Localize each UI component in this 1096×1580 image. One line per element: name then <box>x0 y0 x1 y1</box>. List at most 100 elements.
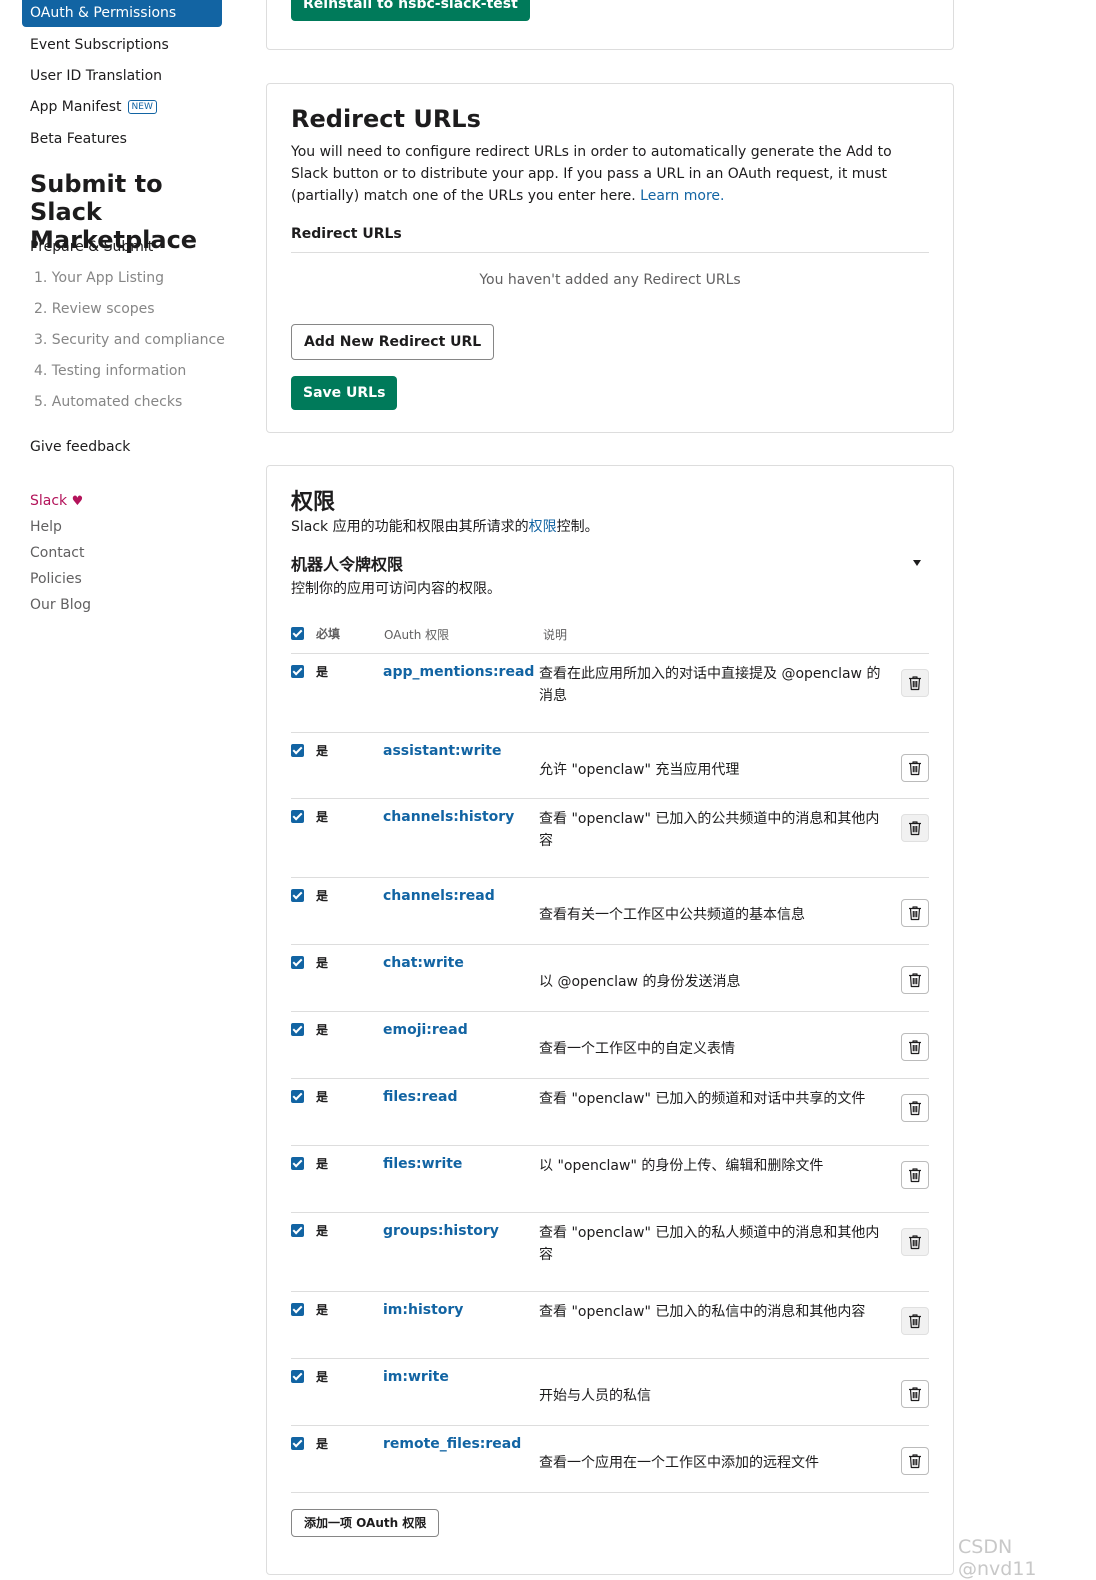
blog-link[interactable]: Our Blog <box>30 595 91 615</box>
scope-description: 查看 "openclaw" 已加入的频道和对话中共享的文件 <box>539 1091 866 1107</box>
row-divider <box>291 1291 929 1292</box>
delete-scope-button[interactable] <box>901 1307 929 1335</box>
collapse-caret-icon[interactable] <box>913 560 921 566</box>
delete-scope-button[interactable] <box>901 1380 929 1408</box>
select-all-checkbox[interactable] <box>291 627 304 640</box>
divider <box>291 252 929 253</box>
delete-scope-button[interactable] <box>901 669 929 697</box>
row-divider <box>291 1145 929 1146</box>
sidebar-step-app-listing[interactable]: 1. Your App Listing <box>34 268 164 288</box>
sidebar-step-review-scopes[interactable]: 2. Review scopes <box>34 299 155 319</box>
trash-icon <box>908 1167 922 1183</box>
scope-name[interactable]: files:read <box>383 1087 457 1107</box>
required-checkbox[interactable] <box>291 956 304 969</box>
sidebar-item-event-subscriptions[interactable]: Event Subscriptions <box>30 35 169 55</box>
scope-name[interactable]: files:write <box>383 1154 462 1174</box>
required-checkbox[interactable] <box>291 1437 304 1450</box>
new-badge: NEW <box>127 100 157 114</box>
delete-scope-button[interactable] <box>901 1228 929 1256</box>
scope-name[interactable]: groups:history <box>383 1221 499 1241</box>
scope-name[interactable]: remote_files:read <box>383 1434 521 1454</box>
delete-scope-button[interactable] <box>901 1033 929 1061</box>
required-checkbox[interactable] <box>291 1090 304 1103</box>
required-checkbox[interactable] <box>291 665 304 678</box>
trash-icon <box>908 1453 922 1469</box>
sidebar-step-testing[interactable]: 4. Testing information <box>34 361 186 381</box>
required-label: 是 <box>316 1370 329 1384</box>
row-divider <box>291 944 929 945</box>
row-divider <box>291 1358 929 1359</box>
delete-scope-button[interactable] <box>901 966 929 994</box>
required-label: 是 <box>316 1157 329 1171</box>
watermark: CSDN @nvd11 <box>958 1536 1037 1580</box>
delete-scope-button[interactable] <box>901 1447 929 1475</box>
redirect-urls-card: Redirect URLs You will need to configure… <box>266 83 954 433</box>
required-checkbox[interactable] <box>291 1224 304 1237</box>
delete-scope-button[interactable] <box>901 899 929 927</box>
scopes-link[interactable]: 权限 <box>529 519 557 535</box>
slack-label: Slack <box>30 493 68 509</box>
scope-name[interactable]: chat:write <box>383 953 464 973</box>
required-checkbox[interactable] <box>291 1157 304 1170</box>
scope-description: 开始与人员的私信 <box>539 1388 651 1404</box>
scope-name[interactable]: im:write <box>383 1367 449 1387</box>
trash-icon <box>908 1234 922 1250</box>
trash-icon <box>908 1313 922 1329</box>
delete-scope-button[interactable] <box>901 1094 929 1122</box>
sidebar-item-app-manifest[interactable]: App Manifest NEW <box>30 97 157 117</box>
scope-name[interactable]: assistant:write <box>383 741 501 761</box>
required-label: 是 <box>316 1303 329 1317</box>
give-feedback-link[interactable]: Give feedback <box>30 437 130 457</box>
required-checkbox[interactable] <box>291 810 304 823</box>
trash-icon <box>908 905 922 921</box>
delete-scope-button[interactable] <box>901 754 929 782</box>
scope-name[interactable]: app_mentions:read <box>383 662 534 682</box>
scope-name[interactable]: im:history <box>383 1300 463 1320</box>
save-urls-button[interactable]: Save URLs <box>291 376 398 410</box>
col-header-description: 说明 <box>543 628 568 642</box>
required-label: 是 <box>316 956 329 970</box>
required-label: 是 <box>316 665 329 679</box>
scope-name[interactable]: channels:history <box>383 807 514 827</box>
row-divider <box>291 732 929 733</box>
trash-icon <box>908 760 922 776</box>
policies-link[interactable]: Policies <box>30 569 82 589</box>
slack-link[interactable]: Slack ♥ <box>30 491 83 512</box>
reinstall-button[interactable]: Reinstall to hsbc-slack-test <box>291 0 530 21</box>
required-checkbox[interactable] <box>291 1303 304 1316</box>
scope-description: 查看一个工作区中的自定义表情 <box>539 1041 735 1057</box>
scopes-description: Slack 应用的功能和权限由其所请求的权限控制。 <box>291 517 931 537</box>
required-checkbox[interactable] <box>291 744 304 757</box>
required-label: 是 <box>316 1090 329 1104</box>
trash-icon <box>908 820 922 836</box>
delete-scope-button[interactable] <box>901 1161 929 1189</box>
scope-name[interactable]: emoji:read <box>383 1020 468 1040</box>
learn-more-link[interactable]: Learn more. <box>640 188 724 204</box>
bot-token-scopes-description: 控制你的应用可访问内容的权限。 <box>291 581 501 597</box>
sidebar-step-automated-checks[interactable]: 5. Automated checks <box>34 392 182 412</box>
trash-icon <box>908 675 922 691</box>
sidebar-item-oauth-permissions[interactable]: OAuth & Permissions <box>22 0 222 27</box>
header-divider <box>291 653 929 654</box>
row-divider <box>291 1492 929 1493</box>
redirect-urls-description: You will need to configure redirect URLs… <box>291 141 931 207</box>
scopes-title: 权限 <box>291 490 336 515</box>
sidebar-item-user-id-translation[interactable]: User ID Translation <box>30 66 162 86</box>
help-link[interactable]: Help <box>30 517 62 537</box>
row-divider <box>291 1011 929 1012</box>
contact-link[interactable]: Contact <box>30 543 84 563</box>
trash-icon <box>908 1386 922 1402</box>
required-checkbox[interactable] <box>291 1023 304 1036</box>
sidebar-step-security[interactable]: 3. Security and compliance <box>34 330 225 350</box>
delete-scope-button[interactable] <box>901 814 929 842</box>
add-redirect-url-button[interactable]: Add New Redirect URL <box>291 324 495 360</box>
scope-description: 查看 "openclaw" 已加入的私人频道中的消息和其他内容 <box>539 1225 880 1263</box>
required-checkbox[interactable] <box>291 889 304 902</box>
scope-name[interactable]: channels:read <box>383 886 495 906</box>
required-label: 是 <box>316 889 329 903</box>
add-oauth-scope-button[interactable]: 添加一项 OAuth 权限 <box>291 1509 440 1537</box>
required-checkbox[interactable] <box>291 1370 304 1383</box>
sidebar-item-prepare-submit[interactable]: Prepare & Submit <box>30 237 153 257</box>
heart-icon: ♥ <box>71 494 84 509</box>
sidebar-item-beta-features[interactable]: Beta Features <box>30 129 127 149</box>
